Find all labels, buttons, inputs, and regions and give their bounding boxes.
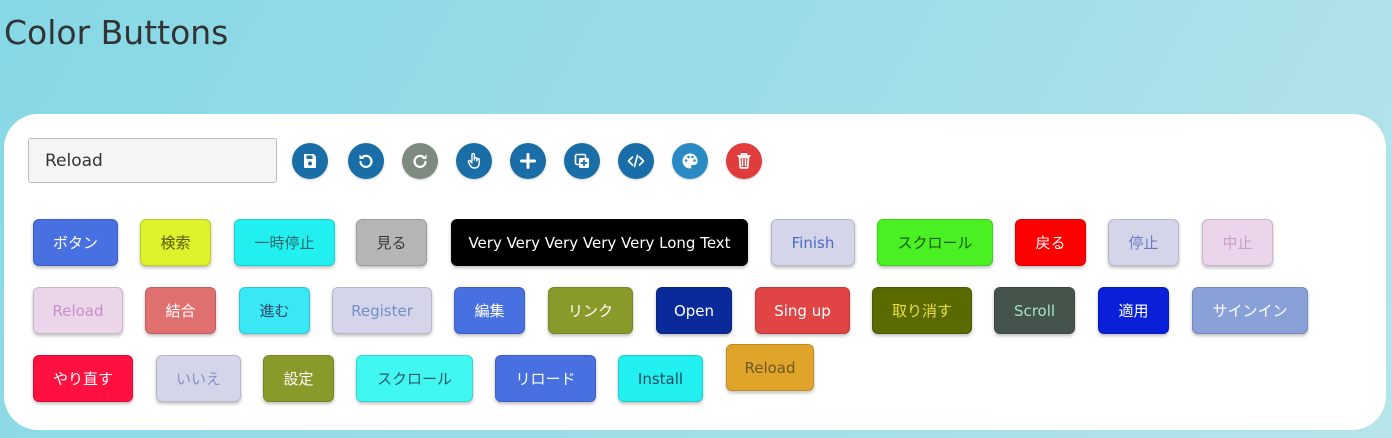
color-button-ichiji-teishi[interactable]: 一時停止 xyxy=(234,219,335,266)
color-button-register[interactable]: Register xyxy=(332,287,432,334)
color-button-chushi[interactable]: 中止 xyxy=(1202,219,1273,266)
save-icon xyxy=(304,154,316,168)
color-button-scroll-jp-2[interactable]: スクロール xyxy=(356,355,473,402)
rotate-left-icon xyxy=(359,154,373,168)
color-button-reload-2[interactable]: Reload xyxy=(726,344,814,391)
color-button-finish[interactable]: Finish xyxy=(771,219,855,266)
hand-pointer-icon xyxy=(467,152,480,169)
color-button-tekiyou[interactable]: 適用 xyxy=(1098,287,1169,334)
buttons-card: ボタン 検索 一時停止 見る Very Very Very Very Very … xyxy=(4,114,1386,430)
add-button[interactable] xyxy=(510,143,546,179)
color-button-sign-up[interactable]: Sing up xyxy=(755,287,850,334)
pointer-button[interactable] xyxy=(456,143,492,179)
color-button-torikesu[interactable]: 取り消す xyxy=(872,287,972,334)
code-icon xyxy=(627,154,645,168)
code-button[interactable] xyxy=(618,143,654,179)
color-button-modoru[interactable]: 戻る xyxy=(1015,219,1086,266)
color-button-reload-jp[interactable]: リロード xyxy=(495,355,596,402)
color-button-botan[interactable]: ボタン xyxy=(33,219,118,266)
palette-icon xyxy=(682,153,698,169)
delete-button[interactable] xyxy=(726,143,762,179)
color-button-install[interactable]: Install xyxy=(618,355,703,402)
color-button-kensaku[interactable]: 検索 xyxy=(140,219,211,266)
color-button-sign-in[interactable]: サインイン xyxy=(1192,287,1308,334)
save-button[interactable] xyxy=(292,143,328,179)
page-title: Color Buttons xyxy=(4,13,229,52)
text-input[interactable] xyxy=(28,138,277,183)
redo-button[interactable] xyxy=(402,143,438,179)
color-button-link[interactable]: リンク xyxy=(548,287,633,334)
color-button-susumu[interactable]: 進む xyxy=(239,287,310,334)
rotate-right-icon xyxy=(413,154,427,168)
color-button-scroll[interactable]: Scroll xyxy=(994,287,1075,334)
color-button-open[interactable]: Open xyxy=(656,287,732,334)
color-button-iie[interactable]: いいえ xyxy=(156,355,241,402)
color-button-long-text[interactable]: Very Very Very Very Very Long Text xyxy=(451,219,748,266)
color-button-scroll-jp[interactable]: スクロール xyxy=(877,219,993,266)
plus-icon xyxy=(520,153,536,169)
color-button-teishi[interactable]: 停止 xyxy=(1108,219,1179,266)
color-button-ketsugou[interactable]: 結合 xyxy=(145,287,216,334)
color-button-settei[interactable]: 設定 xyxy=(263,355,334,402)
duplicate-button[interactable] xyxy=(564,143,600,179)
color-button-reload[interactable]: Reload xyxy=(33,287,123,334)
color-button-miru[interactable]: 見る xyxy=(356,219,427,266)
trash-icon xyxy=(737,153,751,169)
undo-button[interactable] xyxy=(348,143,384,179)
copy-plus-icon xyxy=(574,153,589,168)
palette-button[interactable] xyxy=(672,143,708,179)
color-button-yarinaosu[interactable]: やり直す xyxy=(33,355,133,402)
color-button-henshu[interactable]: 編集 xyxy=(454,287,525,334)
